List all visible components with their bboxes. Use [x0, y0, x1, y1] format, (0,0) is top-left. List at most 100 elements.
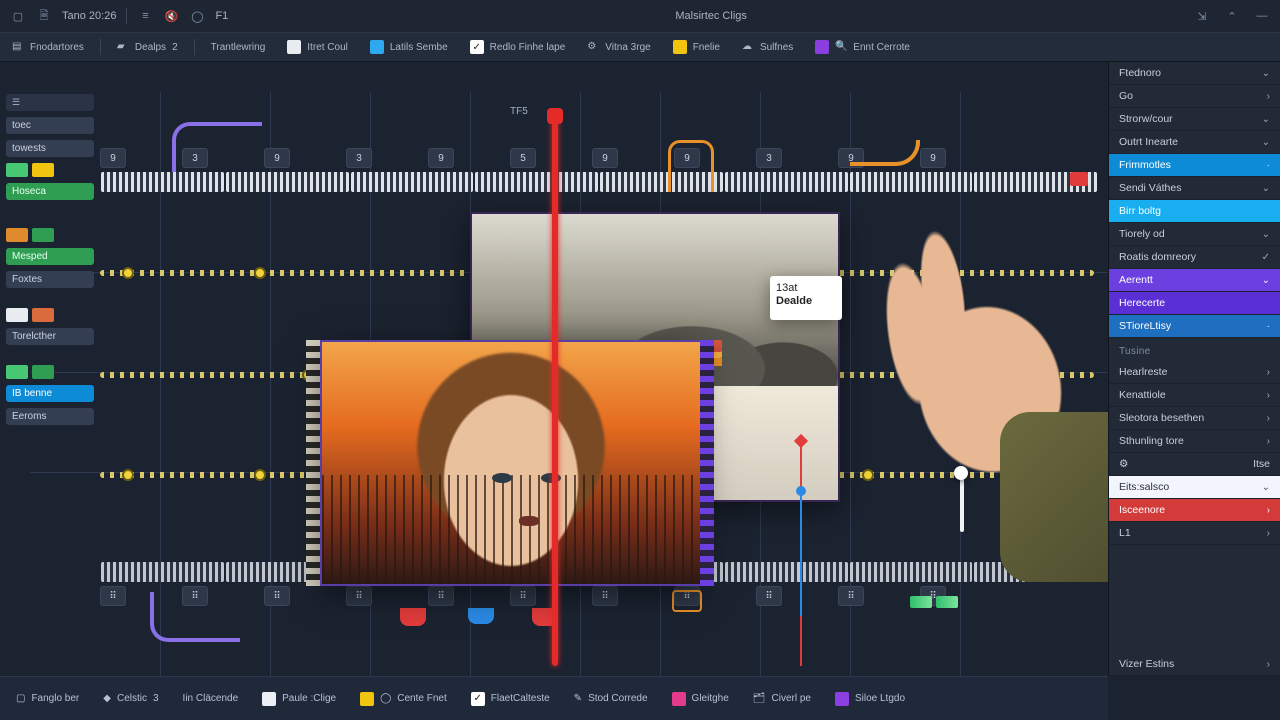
position-handle[interactable] [468, 608, 494, 624]
time-index-cell[interactable]: 9 [592, 148, 618, 168]
footer-cente[interactable]: ◯Cente Fnet [354, 689, 453, 709]
selection-box[interactable] [672, 590, 702, 612]
track-chip-hoseca[interactable]: Hoseca [6, 183, 94, 200]
track-chip-foxtes[interactable]: Foxtes [6, 271, 94, 288]
timeline-canvas[interactable]: TF5 9 3 9 3 9 5 9 9 3 9 9 [0, 62, 1108, 676]
drag-tag-card[interactable]: 13at Dealde [770, 276, 842, 320]
track-color[interactable] [6, 163, 28, 177]
sidebar-item-danger[interactable]: Isceenore› [1109, 499, 1280, 522]
time-index-cell[interactable]: ⠿ [428, 586, 454, 606]
marker-blue[interactable] [800, 492, 802, 616]
toolbar-latils-sembe[interactable]: Latils Sembe [364, 38, 454, 56]
sidebar-item-herecerte[interactable]: Herecerte [1109, 292, 1280, 315]
time-index-cell[interactable]: 9 [100, 148, 126, 168]
preview-frame-front[interactable] [320, 340, 702, 586]
time-index-cell[interactable]: ⠿ [838, 586, 864, 606]
record-icon[interactable]: ◯ [189, 8, 205, 24]
collapse-icon[interactable]: ⇲ [1194, 8, 1210, 24]
keyframe[interactable] [122, 267, 134, 279]
toolbar-trantlewring[interactable]: Trantlewring [205, 40, 272, 55]
toolbar-dealps[interactable]: ▰ Dealps 2 [111, 39, 184, 55]
track-chip-towests[interactable]: towests [6, 140, 94, 157]
sidebar-item-tiorely[interactable]: Tiorely od⌄ [1109, 223, 1280, 246]
mute-icon[interactable]: 🔇 [163, 8, 179, 24]
sidebar-item-outrt[interactable]: Outrt Inearte⌄ [1109, 131, 1280, 154]
footer-celstic[interactable]: ◆Celstic3 [97, 690, 164, 707]
footer-flaet[interactable]: ✓FlaetCalteste [465, 689, 556, 709]
track-color[interactable] [32, 365, 54, 379]
footer-paule[interactable]: Paule :Clige [256, 689, 342, 709]
align-icon[interactable]: ≡ [137, 8, 153, 24]
sidebar-item-strorw[interactable]: Strorw/cour⌄ [1109, 108, 1280, 131]
track-color[interactable] [6, 365, 28, 379]
keyframe[interactable] [254, 469, 266, 481]
time-index-cell[interactable]: 9 [428, 148, 454, 168]
time-index-cell[interactable]: ⠿ [264, 586, 290, 606]
range-start-handle[interactable] [400, 608, 426, 626]
track-chip-toec[interactable]: toec [6, 117, 94, 134]
sidebar-item-sleotora[interactable]: Sleotora besethen› [1109, 407, 1280, 430]
sidebar-item-sendi[interactable]: Sendi Váthes⌄ [1109, 177, 1280, 200]
doc-icon[interactable]: 🗎 [36, 8, 52, 24]
ruler-top[interactable] [100, 172, 1098, 192]
sidebar-item-aerentt[interactable]: Aerentt⌄ [1109, 269, 1280, 292]
footer-siloe[interactable]: Siloe Ltgdo [829, 689, 911, 709]
track-chip-mesped[interactable]: Mesped [6, 248, 94, 265]
sidebar-item-sthunling[interactable]: Sthunling tore› [1109, 430, 1280, 453]
track-chip-ibbenne[interactable]: IB benne [6, 385, 94, 402]
track-chip-eeroms[interactable]: Eeroms [6, 408, 94, 425]
toolbar-fnelie[interactable]: Fnelie [667, 38, 726, 56]
time-index-cell[interactable]: ⠿ [182, 586, 208, 606]
keyframe[interactable] [862, 469, 874, 481]
toolbar-ennt-cerrote[interactable]: 🔍 Ennt Cerrote [809, 38, 916, 56]
footer-gleitghe[interactable]: Gleitghe [666, 689, 735, 709]
time-index-cell[interactable]: ⠿ [510, 586, 536, 606]
track-chip-torelcther[interactable]: Torelcther [6, 328, 94, 345]
sidebar-item-birr[interactable]: Birr boltg [1109, 200, 1280, 223]
track-color[interactable] [32, 308, 54, 322]
track-color[interactable] [32, 163, 54, 177]
maximize-icon[interactable]: ⌃ [1224, 8, 1240, 24]
toolbar-itret-coul[interactable]: Itret Coul [281, 38, 354, 56]
time-index-cell[interactable]: 3 [346, 148, 372, 168]
time-index-cell[interactable]: 9 [920, 148, 946, 168]
range-bracket-icon[interactable] [668, 140, 714, 192]
footer-iin[interactable]: Iin Cläcende [177, 690, 245, 707]
footer-stod[interactable]: ✎Stod Correde [568, 690, 654, 707]
sidebar-footer[interactable]: Vizer Estins› [1109, 653, 1280, 676]
time-index-cell[interactable]: ⠿ [346, 586, 372, 606]
sidebar-item-roatis[interactable]: Roatis domreory✓ [1109, 246, 1280, 269]
minimize-icon[interactable]: — [1254, 8, 1270, 24]
playhead-main[interactable] [552, 118, 558, 666]
keyframe[interactable] [122, 469, 134, 481]
toolbar-vitna[interactable]: ⚙ Vitna 3rge [581, 39, 656, 55]
toolbar-redlo[interactable]: ✓ Redlo Finhe lape [464, 38, 572, 56]
sidebar-item-stiorel[interactable]: STioreLtisy· [1109, 315, 1280, 338]
time-index-cell[interactable]: 5 [510, 148, 536, 168]
sidebar-item-l1[interactable]: L1› [1109, 522, 1280, 545]
track-color[interactable] [6, 228, 28, 242]
time-index-cell[interactable]: 3 [756, 148, 782, 168]
app-menu-icon[interactable]: ▢ [10, 8, 26, 24]
sidebar-item-kenatt[interactable]: Kenattiole› [1109, 384, 1280, 407]
track-color[interactable] [6, 308, 28, 322]
toolbar-sulfnes[interactable]: ☁ Sulfnes [736, 39, 799, 55]
time-index-cell[interactable]: 9 [264, 148, 290, 168]
keyframe[interactable] [254, 267, 266, 279]
time-index-cell[interactable]: ⠿ [592, 586, 618, 606]
marker-dot[interactable] [954, 466, 968, 480]
sidebar-item-itse[interactable]: ⚙ Itse [1109, 453, 1280, 476]
toolbar-fnodartores[interactable]: ▤ Fnodartores [6, 39, 90, 55]
chevron-down-icon[interactable]: ⌄ [1262, 68, 1270, 79]
track-group-header[interactable]: ☰ [6, 94, 94, 111]
end-marker[interactable] [1070, 172, 1088, 186]
track-color[interactable] [32, 228, 54, 242]
sidebar-item-hearl[interactable]: Hearlreste› [1109, 361, 1280, 384]
marker-rod[interactable] [960, 472, 964, 532]
sidebar-item-frimmotles[interactable]: Frimmotles· [1109, 154, 1280, 177]
footer-fanglo[interactable]: ▢Fanglo ber [10, 690, 85, 707]
sidebar-item-go[interactable]: Go› [1109, 85, 1280, 108]
footer-civerl[interactable]: 🗂Civerl pe [747, 690, 817, 707]
sidebar-dropdown[interactable]: Eits:salsco⌄ [1109, 476, 1280, 499]
time-index-cell[interactable]: ⠿ [100, 586, 126, 606]
